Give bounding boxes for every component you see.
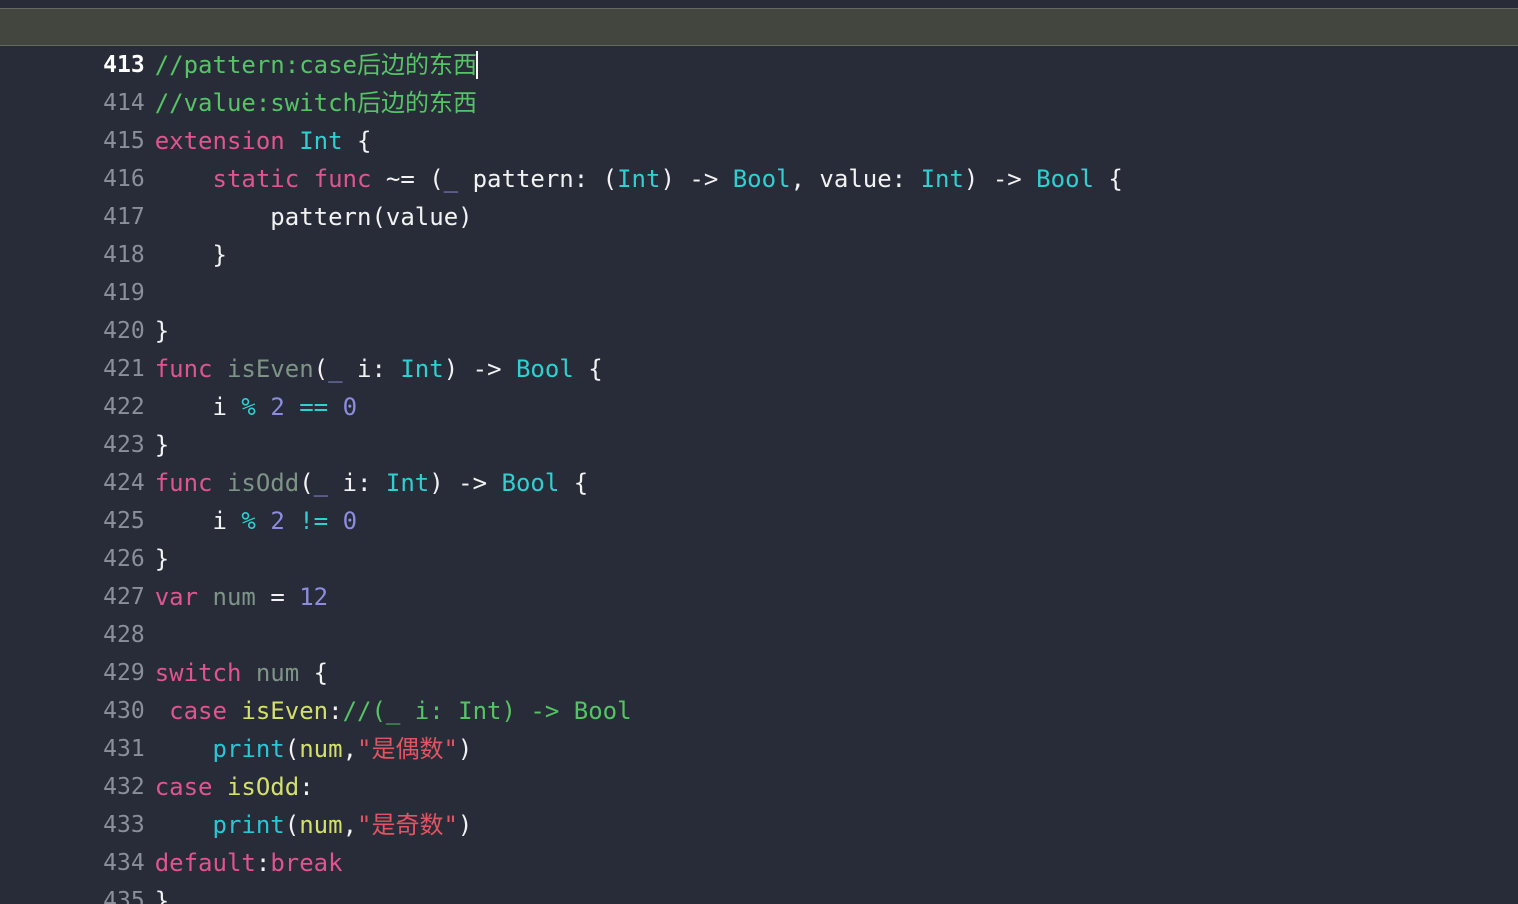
sliver-gutter: 412: [0, 0, 68, 8]
code-line-415[interactable]: 415 extension Int {: [0, 84, 1518, 155]
code-line-425[interactable]: 425 i % 2 != 0: [0, 464, 1518, 535]
code-lines: 413//pattern:case后边的东西 414//value:switch…: [0, 8, 1518, 904]
code-line-432[interactable]: 432 case isOdd:: [0, 730, 1518, 801]
code-line-424[interactable]: 424 func isOdd(_ i: Int) -> Bool {: [0, 426, 1518, 497]
code-line-413[interactable]: 413//pattern:case后边的东西: [0, 8, 1518, 79]
code-line-436[interactable]: 436//12 偶数: [0, 882, 1518, 904]
code-line-421[interactable]: 421 func isEven(_ i: Int) -> Bool {: [0, 312, 1518, 383]
sliver-text: 412//~= 运算符: [0, 0, 1518, 8]
code-line-433[interactable]: 433 print(num,"是奇数"): [0, 768, 1518, 839]
code-line-434[interactable]: 434 default:break: [0, 806, 1518, 877]
code-line-428[interactable]: 428: [0, 578, 1518, 648]
code-line-420[interactable]: 420}: [0, 274, 1518, 345]
code-line-416[interactable]: 416 static func ~= (_ pattern: (Int) -> …: [0, 122, 1518, 193]
code-line-427[interactable]: 427 var num = 12: [0, 540, 1518, 611]
code-line-429[interactable]: 429 switch num {: [0, 616, 1518, 687]
code-line-419[interactable]: 419: [0, 236, 1518, 306]
code-line-418[interactable]: 418 }: [0, 198, 1518, 269]
code-line-414[interactable]: 414//value:switch后边的东西: [0, 46, 1518, 117]
scrolled-off-line-sliver: 412//~= 运算符: [0, 0, 1518, 8]
code-line-430[interactable]: 430 case isEven://(_ i: Int) -> Bool: [0, 654, 1518, 725]
code-line-431[interactable]: 431 print(num,"是偶数"): [0, 692, 1518, 763]
code-editor[interactable]: 412//~= 运算符 413//pattern:case后边的东西 414//…: [0, 0, 1518, 904]
code-line-417[interactable]: 417 pattern(value): [0, 160, 1518, 231]
code-line-422[interactable]: 422 i % 2 == 0: [0, 350, 1518, 421]
code-line-423[interactable]: 423}: [0, 388, 1518, 459]
code-line-435[interactable]: 435}: [0, 844, 1518, 904]
code-line-426[interactable]: 426}: [0, 502, 1518, 573]
